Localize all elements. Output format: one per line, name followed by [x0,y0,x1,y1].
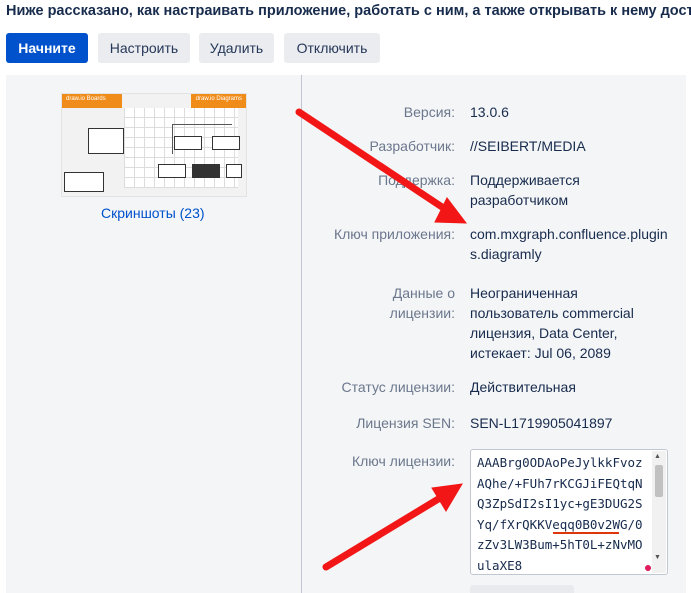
arrow-to-app-key [295,108,468,224]
annotation-arrows [295,108,468,571]
arrow-to-license-key [322,483,463,571]
